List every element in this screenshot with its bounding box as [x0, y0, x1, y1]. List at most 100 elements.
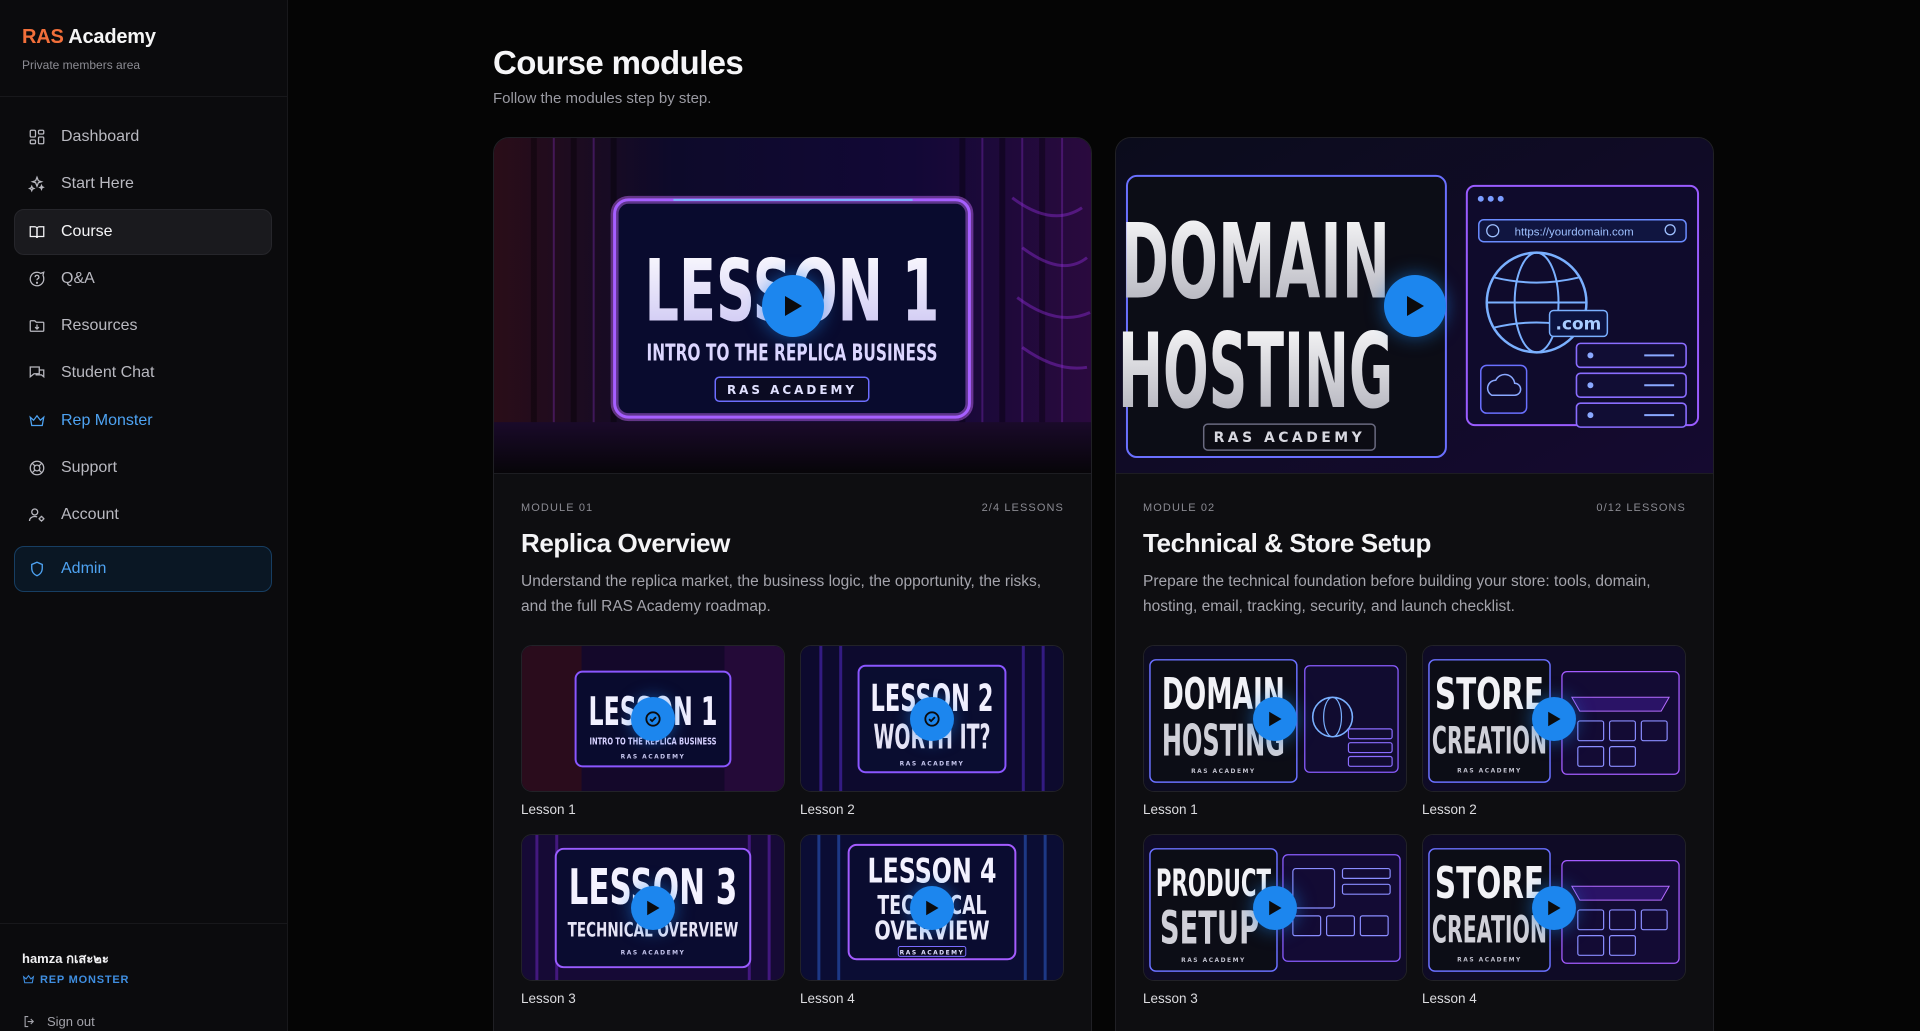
brand-accent: RAS [22, 26, 64, 48]
play-button[interactable] [1532, 696, 1576, 741]
module-title: Technical & Store Setup [1143, 528, 1431, 558]
lesson-label: Lesson 4 [1422, 991, 1477, 1006]
play-button[interactable] [1383, 274, 1446, 337]
lesson-label: Lesson 3 [521, 991, 576, 1006]
lesson-thumbnail[interactable]: LESSON 3 TECHNICAL OVERVIEW RAS ACADEMY [521, 834, 785, 981]
lesson-art-title: LESSON 4 [867, 851, 996, 890]
module-number: MODULE 02 [1143, 502, 1216, 514]
completed-check [910, 696, 954, 741]
lesson-art-badge: RAS ACADEMY [621, 753, 686, 760]
brand-subtitle: Private members area [22, 58, 141, 72]
module-progress: 0/12 LESSONS [1596, 502, 1686, 514]
lesson-thumbnail[interactable]: LESSON 4 TECHNICAL OVERVIEW RAS ACADEMY [800, 834, 1064, 981]
hero-badge-text: RAS ACADEMY [727, 383, 857, 397]
lesson-thumbnail[interactable]: PRODUCT SETUP RAS ACADEMY [1143, 834, 1407, 981]
hero-subtitle-text: INTRO TO THE REPLICA BUSINESS [646, 340, 937, 366]
lesson-art-badge: RAS ACADEMY [1457, 956, 1522, 963]
sidebar-item-course[interactable]: Course [14, 208, 272, 255]
lesson-label: Lesson 1 [521, 802, 576, 817]
play-icon [926, 900, 939, 915]
sidebar-nav: Dashboard Start Here Course Q&A Resource… [14, 114, 272, 594]
crown-icon [27, 411, 47, 431]
lesson-art-badge: RAS ACADEMY [621, 949, 686, 956]
lesson-thumbnail[interactable]: DOMAIN HOSTING RAS ACADEMY [1143, 645, 1407, 792]
sidebar-item-start-here[interactable]: Start Here [14, 161, 272, 207]
lesson-art-badge: RAS ACADEMY [1181, 957, 1246, 964]
play-button[interactable] [631, 885, 675, 930]
lesson-art-badge: RAS ACADEMY [1457, 767, 1522, 774]
user-panel: hamza กเสะ๒ะ REP MONSTER Sign out [0, 923, 288, 1031]
user-role-badge: REP MONSTER [22, 973, 266, 986]
page-title: Course modules [493, 44, 744, 81]
lesson-art-title: STORE [1435, 670, 1544, 720]
play-icon [784, 295, 802, 316]
sidebar: RAS Academy Private members area Dashboa… [0, 0, 288, 1031]
lesson-card[interactable]: LESSON 2 WORTH IT? RAS ACADEMY Lesson 2 [800, 645, 1064, 817]
sidebar-item-student-chat[interactable]: Student Chat [14, 350, 272, 396]
lesson-label: Lesson 2 [800, 802, 855, 817]
sidebar-item-resources[interactable]: Resources [14, 303, 272, 349]
module-progress: 2/4 LESSONS [981, 502, 1064, 514]
book-open-icon [27, 222, 47, 242]
brand-logo[interactable]: RAS Academy [22, 26, 265, 49]
module-hero-thumbnail[interactable]: DOMAIN HOSTING RAS ACADEMY https://yourd… [1116, 138, 1713, 474]
lesson-art-badge: RAS ACADEMY [900, 949, 965, 956]
sidebar-item-label: Resources [61, 317, 138, 335]
grid-icon [27, 127, 47, 147]
module-card-replica-overview: LESSON 1 INTRO TO THE REPLICA BUSINESS R… [493, 137, 1092, 1031]
lesson-art-title: STORE [1435, 859, 1544, 909]
hero-url-text: https://yourdomain.com [1515, 227, 1634, 239]
play-button[interactable] [761, 274, 824, 337]
lesson-card[interactable]: LESSON 3 TECHNICAL OVERVIEW RAS ACADEMY … [521, 834, 785, 1006]
lesson-art-subtitle: SETUP [1160, 902, 1259, 955]
sign-out-label: Sign out [47, 1014, 95, 1029]
sidebar-item-admin[interactable]: Admin [14, 546, 272, 593]
sidebar-item-label: Account [61, 506, 119, 524]
user-role-label: REP MONSTER [40, 973, 130, 986]
play-icon [1406, 295, 1424, 316]
lesson-grid: LESSON 1 INTRO TO THE REPLICA BUSINESS R… [521, 645, 1064, 1006]
lesson-thumbnail[interactable]: LESSON 2 WORTH IT? RAS ACADEMY [800, 645, 1064, 792]
hero-subtitle-text: HOSTING [1118, 312, 1393, 432]
sidebar-item-dashboard[interactable]: Dashboard [14, 114, 272, 160]
sidebar-item-account[interactable]: Account [14, 492, 272, 538]
lesson-grid: DOMAIN HOSTING RAS ACADEMY Lesson 1 STOR… [1143, 645, 1686, 1006]
play-button[interactable] [1253, 885, 1297, 930]
main-content: Course modules Follow the modules step b… [288, 0, 1920, 1031]
lifebuoy-icon [27, 458, 47, 478]
play-icon [1548, 900, 1561, 915]
module-hero-thumbnail[interactable]: LESSON 1 INTRO TO THE REPLICA BUSINESS R… [494, 138, 1091, 474]
lesson-card[interactable]: LESSON 1 INTRO TO THE REPLICA BUSINESS R… [521, 645, 785, 817]
lesson-art-badge: RAS ACADEMY [1191, 768, 1256, 775]
lesson-art-subtitle: CREATION [1432, 908, 1547, 952]
sidebar-item-rep-monster[interactable]: Rep Monster [14, 398, 272, 444]
sidebar-item-label: Rep Monster [61, 411, 153, 429]
lesson-thumbnail[interactable]: STORE CREATION RAS ACADEMY [1422, 834, 1686, 981]
play-button[interactable] [1253, 696, 1297, 741]
lesson-card[interactable]: PRODUCT SETUP RAS ACADEMY Lesson 3 [1143, 834, 1407, 1006]
sidebar-item-support[interactable]: Support [14, 445, 272, 491]
lesson-card[interactable]: LESSON 4 TECHNICAL OVERVIEW RAS ACADEMY … [800, 834, 1064, 1006]
hero-badge-text: RAS ACADEMY [1214, 430, 1366, 446]
play-button[interactable] [1532, 885, 1576, 930]
lesson-thumbnail[interactable]: LESSON 1 INTRO TO THE REPLICA BUSINESS R… [521, 645, 785, 792]
lesson-thumbnail[interactable]: STORE CREATION RAS ACADEMY [1422, 645, 1686, 792]
lesson-card[interactable]: DOMAIN HOSTING RAS ACADEMY Lesson 1 [1143, 645, 1407, 817]
check-circle-icon [645, 710, 661, 727]
sidebar-item-label: Course [61, 222, 113, 240]
lesson-label: Lesson 3 [1143, 991, 1198, 1006]
lesson-label: Lesson 4 [800, 991, 855, 1006]
lesson-art-badge: RAS ACADEMY [900, 760, 965, 767]
user-cog-icon [27, 505, 47, 525]
check-circle-icon [924, 710, 940, 727]
module-card-technical-store-setup: DOMAIN HOSTING RAS ACADEMY https://yourd… [1115, 137, 1714, 1031]
sign-out-button[interactable]: Sign out [22, 1014, 266, 1029]
module-description: Prepare the technical foundation before … [1143, 573, 1651, 615]
hero-tld-text: .com [1556, 313, 1602, 333]
sidebar-item-qa[interactable]: Q&A [14, 256, 272, 302]
play-button[interactable] [910, 885, 954, 930]
lesson-card[interactable]: STORE CREATION RAS ACADEMY Lesson 2 [1422, 645, 1686, 817]
user-name: hamza กเสะ๒ะ [22, 951, 109, 966]
brand-name: Academy [68, 26, 156, 48]
lesson-card[interactable]: STORE CREATION RAS ACADEMY Lesson 4 [1422, 834, 1686, 1006]
